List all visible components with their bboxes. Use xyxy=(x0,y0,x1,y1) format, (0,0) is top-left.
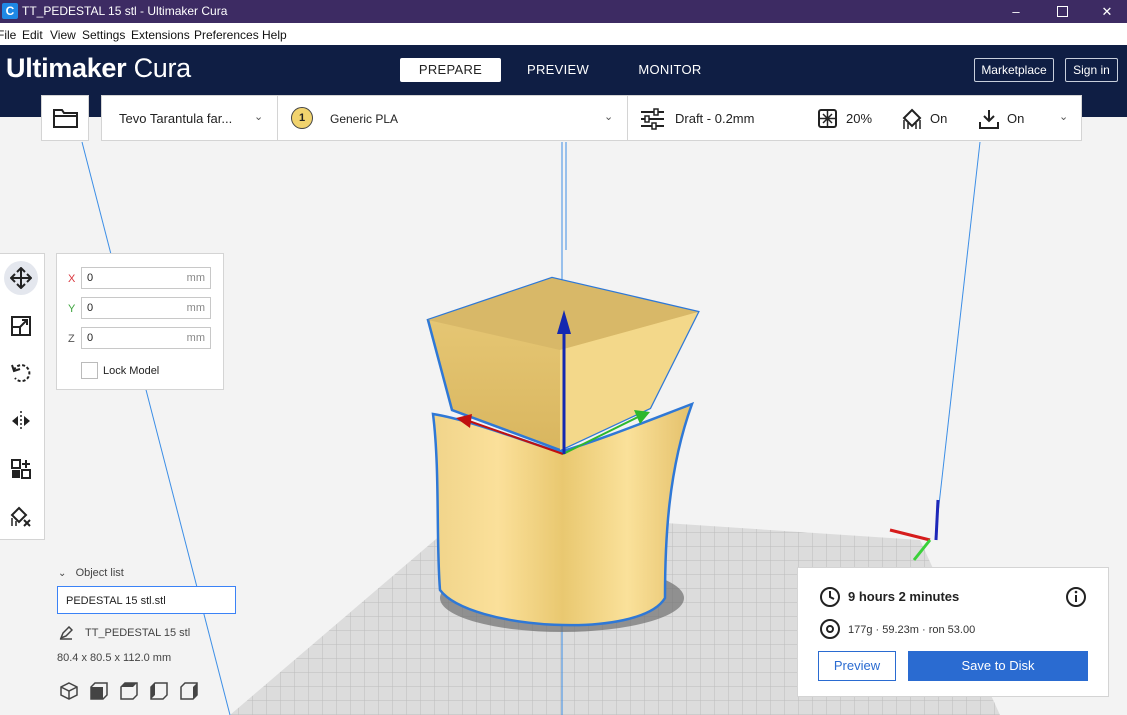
material-usage: 177g · 59.23m · ron 53.00 xyxy=(848,624,976,636)
marketplace-button[interactable]: Marketplace xyxy=(974,58,1054,82)
printer-selector[interactable]: Tevo Tarantula far... xyxy=(119,111,232,126)
tool-panel xyxy=(0,253,45,540)
menu-preferences[interactable]: Preferences xyxy=(194,28,259,42)
profile-label[interactable]: Draft - 0.2mm xyxy=(675,111,754,126)
move-tool-panel: X 0 mm Y 0 mm Z 0 mm Lock Model xyxy=(56,253,224,390)
menu-extensions[interactable]: Extensions xyxy=(131,28,190,42)
settings-sliders-icon xyxy=(641,108,664,130)
right-view-icon[interactable] xyxy=(179,681,199,701)
left-view-icon[interactable] xyxy=(149,681,169,701)
menu-file[interactable]: File xyxy=(0,28,16,42)
logo-light-text: Cura xyxy=(133,53,192,83)
print-time: 9 hours 2 minutes xyxy=(848,589,960,604)
print-summary-panel: 9 hours 2 minutes 177g · 59.23m · ron 53… xyxy=(797,567,1109,697)
menu-settings[interactable]: Settings xyxy=(82,28,125,42)
front-view-icon[interactable] xyxy=(89,681,109,701)
per-model-settings-tool-button[interactable] xyxy=(4,452,38,486)
menu-help[interactable]: Help xyxy=(262,28,287,42)
x-value: 0 xyxy=(87,272,94,284)
clock-icon xyxy=(820,587,840,607)
scale-tool-button[interactable] xyxy=(4,309,38,343)
object-list-toggle[interactable]: ⌄ Object list xyxy=(58,567,124,579)
y-unit: mm xyxy=(186,302,205,314)
extruder-badge-icon: 1 xyxy=(291,107,313,129)
infill-value[interactable]: 20% xyxy=(846,111,872,126)
mirror-icon xyxy=(12,411,30,431)
object-name: TT_PEDESTAL 15 stl xyxy=(85,627,191,639)
support-value[interactable]: On xyxy=(930,111,947,126)
top-view-icon[interactable] xyxy=(119,681,139,701)
save-to-disk-button[interactable]: Save to Disk xyxy=(908,651,1088,681)
support-blocker-icon xyxy=(10,506,31,527)
object-list-label: Object list xyxy=(75,567,124,579)
scale-icon xyxy=(11,316,31,336)
cura-app-icon: C xyxy=(2,3,18,19)
menu-view[interactable]: View xyxy=(50,28,76,42)
menu-bar: File Edit View Settings Extensions Prefe… xyxy=(0,23,1127,46)
filament-spool-icon xyxy=(820,619,840,639)
support-blocker-tool-button[interactable] xyxy=(4,500,38,534)
divider xyxy=(627,96,628,140)
z-axis-label: Z xyxy=(68,333,75,345)
tab-prepare[interactable]: PREPARE xyxy=(400,58,501,82)
open-file-button[interactable] xyxy=(41,95,89,141)
3d-view-icon[interactable] xyxy=(59,681,79,701)
per-model-settings-icon xyxy=(11,459,31,479)
print-setup-bar: Tevo Tarantula far... ⌄ 1 Generic PLA ⌄ … xyxy=(101,95,1082,141)
settings-chevron-down-icon[interactable]: ⌄ xyxy=(1059,110,1068,123)
maximize-icon[interactable] xyxy=(1039,0,1085,23)
printer-chevron-down-icon[interactable]: ⌄ xyxy=(254,110,263,123)
object-dimensions: 80.4 x 80.5 x 112.0 mm xyxy=(57,652,172,664)
preview-button[interactable]: Preview xyxy=(818,651,896,681)
x-unit: mm xyxy=(186,272,205,284)
info-icon[interactable] xyxy=(1065,586,1087,608)
minimize-icon[interactable]: – xyxy=(993,0,1039,23)
title-bar: C TT_PEDESTAL 15 stl - Ultimaker Cura – … xyxy=(0,0,1127,23)
material-chevron-down-icon[interactable]: ⌄ xyxy=(604,110,613,123)
move-tool-button[interactable] xyxy=(4,261,38,295)
move-icon xyxy=(10,267,32,289)
menu-edit[interactable]: Edit xyxy=(22,28,43,42)
rotate-tool-button[interactable] xyxy=(4,356,38,390)
x-coordinate-input[interactable]: 0 mm xyxy=(81,267,211,289)
z-coordinate-input[interactable]: 0 mm xyxy=(81,327,211,349)
z-unit: mm xyxy=(186,332,205,344)
y-axis-label: Y xyxy=(68,303,76,315)
window-title: TT_PEDESTAL 15 stl - Ultimaker Cura xyxy=(22,4,228,18)
logo-bold-text: Ultimaker xyxy=(6,53,127,83)
adhesion-value[interactable]: On xyxy=(1007,111,1024,126)
adhesion-icon xyxy=(979,110,999,129)
pencil-icon[interactable] xyxy=(59,626,73,640)
rotate-icon xyxy=(11,364,31,383)
chevron-down-icon: ⌄ xyxy=(58,568,67,579)
z-value: 0 xyxy=(87,332,94,344)
y-coordinate-input[interactable]: 0 mm xyxy=(81,297,211,319)
corner-z-axis xyxy=(934,499,940,541)
tab-monitor[interactable]: MONITOR xyxy=(626,58,714,82)
close-icon[interactable]: ✕ xyxy=(1084,0,1127,23)
ultimaker-cura-logo: Ultimaker Cura xyxy=(6,53,191,84)
divider xyxy=(277,96,278,140)
infill-icon xyxy=(818,109,837,128)
object-list-selected-item[interactable]: PEDESTAL 15 stl.stl xyxy=(57,586,236,614)
y-value: 0 xyxy=(87,302,94,314)
folder-icon xyxy=(53,109,78,128)
object-list-item-label: PEDESTAL 15 stl.stl xyxy=(66,595,166,607)
mirror-tool-button[interactable] xyxy=(4,404,38,438)
x-axis-label: X xyxy=(68,273,76,285)
tab-preview[interactable]: PREVIEW xyxy=(516,58,600,82)
material-selector[interactable]: Generic PLA xyxy=(330,112,398,126)
sign-in-button[interactable]: Sign in xyxy=(1065,58,1118,82)
support-icon xyxy=(902,108,922,129)
lock-model-checkbox[interactable] xyxy=(81,362,98,379)
lock-model-label: Lock Model xyxy=(103,365,160,377)
